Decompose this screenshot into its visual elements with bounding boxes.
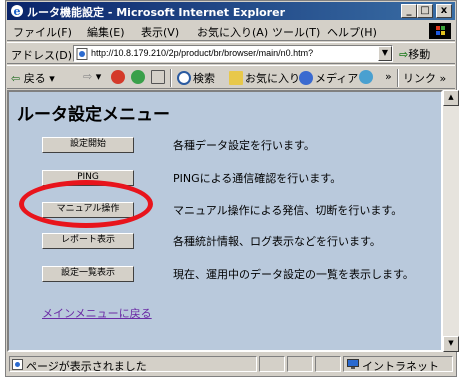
close-button[interactable]: x <box>436 4 452 18</box>
highlight-oval <box>19 180 153 228</box>
status-panel <box>287 356 313 372</box>
home-button[interactable] <box>151 70 167 84</box>
toolbar-separator <box>170 69 172 87</box>
status-panel-zone: イントラネット <box>343 356 453 373</box>
menu-file[interactable]: ファイル(F) <box>13 24 72 40</box>
status-panel-main: ページが表示されました <box>9 356 257 373</box>
back-arrow-icon: ⇦ <box>11 72 21 85</box>
more-button[interactable]: » <box>385 70 392 83</box>
favorites-icon <box>229 71 243 85</box>
page-icon <box>76 48 88 60</box>
search-label: 検索 <box>193 72 215 85</box>
settings-list-description: 現在、運用中のデータ設定の一覧を表示します。 <box>173 268 414 281</box>
refresh-icon <box>131 70 145 84</box>
links-label: リンク <box>403 72 436 85</box>
history-icon <box>359 70 373 84</box>
favorites-label: お気に入り <box>245 72 300 85</box>
page-title: ルータ設定メニュー <box>17 105 170 125</box>
address-url: http://10.8.179.210/2p/product/br/browse… <box>91 48 314 58</box>
address-input[interactable]: http://10.8.179.210/2p/product/br/browse… <box>73 45 393 62</box>
refresh-button[interactable] <box>131 70 147 84</box>
favorites-button[interactable]: お気に入り <box>229 70 300 86</box>
maximize-button[interactable]: □ <box>417 4 433 18</box>
media-label: メディア <box>315 72 359 85</box>
main-menu-link[interactable]: メインメニューに戻る <box>42 305 152 321</box>
scroll-down-button[interactable]: ▼ <box>443 336 459 352</box>
settings-start-description: 各種データ設定を行います。 <box>173 139 315 152</box>
links-more-icon: » <box>439 72 447 85</box>
report-display-button[interactable]: レポート表示 <box>42 233 134 249</box>
menu-edit[interactable]: 編集(E) <box>87 24 125 40</box>
settings-start-button[interactable]: 設定開始 <box>42 137 134 153</box>
forward-button[interactable]: ⇨ ▾ <box>83 70 101 83</box>
go-label: 移動 <box>408 48 431 61</box>
home-icon <box>151 70 165 84</box>
address-bar: アドレス(D) http://10.8.179.210/2p/product/b… <box>7 42 455 64</box>
manual-operation-description: マニュアル操作による発信、切断を行います。 <box>173 204 403 217</box>
page-icon <box>12 359 23 370</box>
toolbar: ⇦ 戻る ▾ ⇨ ▾ 検索 お気に入り メディア » リンク » <box>7 65 455 89</box>
address-label: アドレス(D) <box>11 49 73 62</box>
search-icon <box>177 71 191 85</box>
toolbar-separator <box>397 69 399 87</box>
ie-icon: e <box>11 5 23 18</box>
menu-help[interactable]: ヘルプ(H) <box>327 24 377 40</box>
media-button[interactable]: メディア <box>299 70 358 86</box>
minimize-button[interactable]: _ <box>401 4 417 18</box>
windows-logo-icon <box>429 23 451 39</box>
forward-arrow-icon: ⇨ <box>83 70 93 83</box>
settings-list-button[interactable]: 設定一覧表示 <box>42 266 134 282</box>
menu-view[interactable]: 表示(V) <box>141 24 179 40</box>
menu-tools[interactable]: ツール(T) <box>272 24 320 40</box>
status-panel <box>259 356 285 372</box>
ping-description: PINGによる通信確認を行います。 <box>173 172 342 185</box>
history-button[interactable] <box>359 70 375 84</box>
zone-text: イントラネット <box>362 360 439 373</box>
menu-bar: ファイル(F) 編集(E) 表示(V) お気に入り(A) ツール(T) ヘルプ(… <box>7 21 455 41</box>
back-label: 戻る <box>23 72 46 85</box>
media-icon <box>299 71 313 85</box>
menu-favorites[interactable]: お気に入り(A) <box>197 24 268 40</box>
address-dropdown-button[interactable]: ▼ <box>378 46 392 61</box>
browser-window: e ルータ機能設定 - Microsoft Internet Explorer … <box>5 0 459 377</box>
svg-text:e: e <box>14 5 21 18</box>
go-arrow-icon: ⇨ <box>399 48 409 61</box>
stop-icon <box>111 70 125 84</box>
scroll-up-button[interactable]: ▲ <box>443 90 459 106</box>
search-button[interactable]: 検索 <box>177 70 215 86</box>
go-button[interactable]: ⇨移動 <box>399 46 430 62</box>
vertical-scrollbar[interactable]: ▲ ▼ <box>443 90 459 352</box>
report-display-description: 各種統計情報、ログ表示などを行います。 <box>173 235 381 248</box>
status-panel <box>315 356 341 372</box>
status-text: ページが表示されました <box>26 360 147 373</box>
intranet-icon <box>347 359 359 369</box>
status-bar: ページが表示されました イントラネット <box>7 354 455 374</box>
stop-button[interactable] <box>111 70 127 84</box>
title-bar[interactable]: e ルータ機能設定 - Microsoft Internet Explorer … <box>7 2 455 20</box>
window-title: ルータ機能設定 - Microsoft Internet Explorer <box>27 6 285 19</box>
links-button[interactable]: リンク » <box>403 70 446 86</box>
back-button[interactable]: ⇦ 戻る ▾ <box>11 70 55 86</box>
